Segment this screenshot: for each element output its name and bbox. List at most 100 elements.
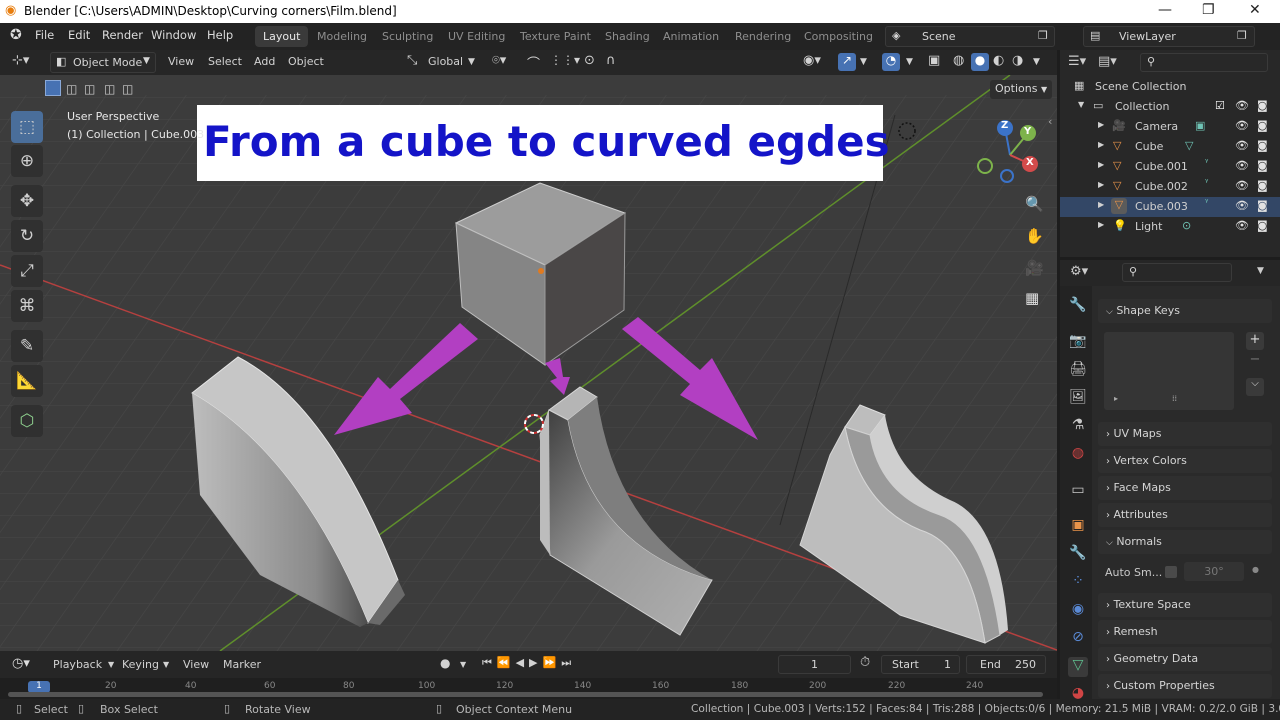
eye-icon[interactable]: 👁 <box>1235 159 1249 172</box>
menu-playback[interactable]: Playback <box>53 658 102 671</box>
resize-handle-icon[interactable]: ⁞⁞ <box>1172 394 1177 403</box>
tab-modeling[interactable]: Modeling <box>309 26 375 47</box>
pivot-icon[interactable]: ⌾▾ <box>492 53 506 68</box>
scene-selector[interactable]: ◈ Scene ❐ <box>885 26 1055 47</box>
shape-key-menu-button[interactable]: ⌵ <box>1246 378 1264 396</box>
visibility-icon[interactable]: ◉▾ <box>803 53 821 68</box>
keyframe-dot-icon[interactable]: ● <box>1252 565 1259 574</box>
vertex-colors-panel[interactable]: › Vertex Colors <box>1098 449 1272 473</box>
editor-type-icon[interactable]: ⊹▾ <box>12 53 29 68</box>
tab-texture-paint[interactable]: Texture Paint <box>512 26 599 47</box>
outliner-row-cube-001[interactable]: ▶ ▽ Cube.001 ᵞ 👁 ◙ <box>1060 157 1280 177</box>
solid-shading-icon[interactable]: ● <box>971 53 989 71</box>
gizmo-chevron-icon[interactable]: ▼ <box>860 57 867 67</box>
snap-target-icon[interactable]: ⋮⋮▾ <box>550 53 580 67</box>
select-tool-button[interactable]: ⬚ <box>11 111 43 143</box>
output-tab-icon[interactable]: 🖨 <box>1068 361 1088 381</box>
auto-smooth-angle-field[interactable]: 30° <box>1184 562 1244 581</box>
face-maps-panel[interactable]: › Face Maps <box>1098 476 1272 500</box>
playback-chevron-icon[interactable]: ▼ <box>108 660 114 669</box>
camera-render-icon[interactable]: ◙ <box>1257 99 1268 112</box>
texture-space-panel[interactable]: › Texture Space <box>1098 593 1272 617</box>
select-extend-icon[interactable]: ◫ <box>66 82 77 96</box>
remove-shape-key-button[interactable]: − <box>1246 352 1264 370</box>
transform-tool-button[interactable]: ⌘ <box>11 290 43 322</box>
outliner-row-cube[interactable]: ▶ ▽ Cube ▽ 👁 ◙ <box>1060 137 1280 157</box>
overlay-toggle-icon[interactable]: ◔ <box>882 53 900 71</box>
camera-view-icon[interactable]: 🎥 <box>1025 259 1044 277</box>
constraints-tab-icon[interactable]: ⊘ <box>1068 629 1088 649</box>
orientation-chevron-icon[interactable]: ▼ <box>468 57 475 67</box>
menu-edit[interactable]: Edit <box>68 28 90 42</box>
outliner-row-scene-collection[interactable]: ▦ Scene Collection <box>1060 77 1280 97</box>
eye-icon[interactable]: 👁 <box>1235 139 1249 152</box>
select-invert-icon[interactable]: ◫ <box>104 82 115 96</box>
orthographic-toggle-icon[interactable]: ▦ <box>1025 289 1039 307</box>
tab-animation[interactable]: Animation <box>655 26 727 47</box>
properties-editor-icon[interactable]: ⚙▾ <box>1070 264 1088 279</box>
playback-controls-icon[interactable]: ⏮⏪◀▶⏩⏭ <box>482 656 576 670</box>
current-frame-field[interactable]: 1 <box>778 655 851 674</box>
outliner-row-cube-003[interactable]: ▶ ▽ Cube.003 ᵞ 👁 ◙ <box>1060 197 1280 217</box>
tool-tab-icon[interactable]: 🔧 <box>1068 297 1088 317</box>
tab-uv-editing[interactable]: UV Editing <box>440 26 513 47</box>
menu-select[interactable]: Select <box>208 55 242 68</box>
expand-icon[interactable]: ▶ <box>1098 180 1104 189</box>
overlay-chevron-icon[interactable]: ▼ <box>906 57 913 67</box>
attributes-panel[interactable]: › Attributes <box>1098 503 1272 527</box>
expand-icon[interactable]: ▶ <box>1098 220 1104 229</box>
camera-render-icon[interactable]: ◙ <box>1257 139 1268 152</box>
outliner-editor-icon[interactable]: ☰▾ <box>1068 54 1086 69</box>
maximize-icon[interactable]: ❐ <box>1202 2 1215 18</box>
eye-icon[interactable]: 👁 <box>1235 119 1249 132</box>
uv-maps-panel[interactable]: › UV Maps <box>1098 422 1272 446</box>
custom-properties-panel[interactable]: › Custom Properties <box>1098 674 1272 698</box>
menu-timeline-view[interactable]: View <box>183 658 209 671</box>
particles-tab-icon[interactable]: ⁘ <box>1068 573 1088 593</box>
eye-icon[interactable]: 👁 <box>1235 219 1249 232</box>
eye-icon[interactable]: 👁 <box>1235 99 1249 112</box>
add-cube-tool-button[interactable]: ⬡ <box>11 405 43 437</box>
checkbox-icon[interactable]: ☑ <box>1215 99 1225 112</box>
shading-chevron-icon[interactable]: ▼ <box>1033 57 1040 67</box>
menu-object[interactable]: Object <box>288 55 324 68</box>
menu-help[interactable]: Help <box>207 28 233 42</box>
falloff-icon[interactable]: ∩ <box>606 53 616 68</box>
snap-icon[interactable]: ⌒ <box>527 53 540 72</box>
scale-tool-button[interactable]: ⤢ <box>11 255 43 287</box>
menu-render[interactable]: Render <box>102 28 143 42</box>
camera-render-icon[interactable]: ◙ <box>1257 159 1268 172</box>
menu-add[interactable]: Add <box>254 55 275 68</box>
stopwatch-icon[interactable]: ⏱ <box>860 655 870 670</box>
shape-keys-panel-header[interactable]: ⌵ Shape Keys <box>1098 299 1272 323</box>
mesh-data-tab-icon[interactable]: ▽ <box>1068 657 1088 677</box>
auto-smooth-checkbox[interactable] <box>1165 566 1177 578</box>
viewlayer-selector[interactable]: ▤ ViewLayer ❐ <box>1083 26 1255 47</box>
annotate-tool-button[interactable]: ✎ <box>11 330 43 362</box>
tab-shading[interactable]: Shading <box>597 26 658 47</box>
menu-file[interactable]: File <box>35 28 54 42</box>
add-shape-key-button[interactable]: + <box>1246 332 1264 350</box>
outliner-row-cube-002[interactable]: ▶ ▽ Cube.002 ᵞ 👁 ◙ <box>1060 177 1280 197</box>
collection-tab-icon[interactable]: ▭ <box>1068 482 1088 502</box>
physics-tab-icon[interactable]: ◉ <box>1068 601 1088 621</box>
modifier-tab-icon[interactable]: 🔧 <box>1068 545 1088 565</box>
camera-render-icon[interactable]: ◙ <box>1257 219 1268 232</box>
tab-rendering[interactable]: Rendering <box>727 26 799 47</box>
list-expand-icon[interactable]: ▸ <box>1114 394 1118 403</box>
expand-icon[interactable]: ▶ <box>1098 120 1104 129</box>
navigation-gizmo[interactable] <box>970 115 1050 195</box>
properties-options-chevron-icon[interactable]: ▼ <box>1257 266 1264 276</box>
measure-tool-button[interactable]: 📐 <box>11 365 43 397</box>
expand-icon[interactable]: ▶ <box>1098 140 1104 149</box>
shape-keys-list[interactable]: ▸ ⁞⁞ <box>1104 332 1234 410</box>
timeline-ruler[interactable]: 1 20 40 60 80 100 120 140 160 180 200 22… <box>0 678 1057 699</box>
zoom-icon[interactable]: 🔍 <box>1025 195 1044 213</box>
end-frame-field[interactable]: End 250 <box>966 655 1046 674</box>
expand-icon[interactable]: ▶ <box>1098 200 1104 209</box>
remesh-panel[interactable]: › Remesh <box>1098 620 1272 644</box>
wireframe-shading-icon[interactable]: ◍ <box>953 53 964 68</box>
tab-layout[interactable]: Layout <box>255 26 309 47</box>
mode-dropdown[interactable]: ◧ Object Mode ▼ <box>50 52 156 73</box>
menu-window[interactable]: Window <box>151 28 196 42</box>
